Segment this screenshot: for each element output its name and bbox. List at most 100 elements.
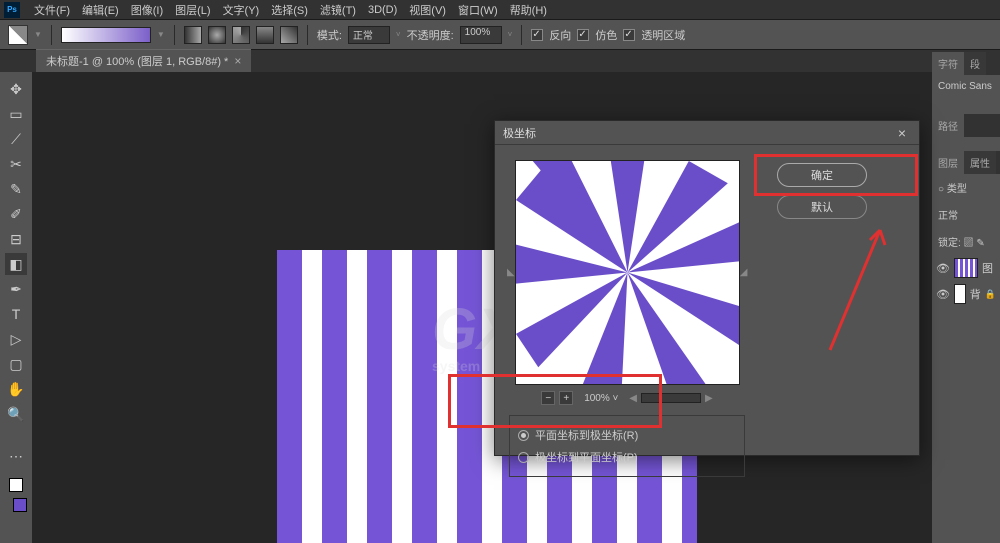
color-swatches[interactable]	[9, 478, 23, 506]
close-icon[interactable]: ×	[893, 124, 911, 142]
chevron-down-icon[interactable]: ▼	[34, 30, 42, 39]
hand-tool[interactable]: ✋	[5, 378, 27, 400]
tab-paragraph[interactable]: 段	[964, 52, 986, 75]
mode-select[interactable]: 正常	[348, 26, 390, 44]
layer-row[interactable]: 👁 背 🔒	[932, 281, 1000, 307]
lock-controls: 锁定: ▨ ✎	[932, 228, 1000, 255]
radio-icon[interactable]	[518, 430, 529, 441]
document-tab[interactable]: 未标题-1 @ 100% (图层 1, RGB/8#) * ×	[36, 49, 251, 72]
gradient-picker[interactable]	[61, 27, 151, 43]
lock-icon: 🔒	[985, 289, 996, 300]
gradient-reflected-button[interactable]	[256, 26, 274, 44]
transparency-label: 透明区域	[641, 27, 685, 43]
lasso-tool[interactable]: ⟋	[5, 128, 27, 150]
opacity-label: 不透明度:	[407, 27, 454, 43]
gradient-diamond-button[interactable]	[280, 26, 298, 44]
menu-file[interactable]: 文件(F)	[28, 0, 76, 20]
menu-filter[interactable]: 滤镜(T)	[314, 0, 362, 20]
visibility-icon[interactable]: 👁	[936, 288, 950, 301]
gradient-angle-button[interactable]	[232, 26, 250, 44]
reverse-label: 反向	[549, 27, 571, 43]
crop-tool[interactable]: ✂	[5, 153, 27, 175]
menu-view[interactable]: 视图(V)	[403, 0, 452, 20]
dialog-title: 极坐标	[503, 125, 536, 141]
ps-logo: Ps	[4, 2, 20, 18]
move-tool[interactable]: ✥	[5, 78, 27, 100]
menu-type[interactable]: 文字(Y)	[217, 0, 266, 20]
type-tool[interactable]: T	[5, 303, 27, 325]
dither-label: 仿色	[595, 27, 617, 43]
chevron-down-icon[interactable]: ˅	[508, 30, 513, 39]
document-tabs: 未标题-1 @ 100% (图层 1, RGB/8#) * ×	[0, 50, 1000, 72]
dither-checkbox[interactable]	[577, 29, 589, 41]
default-button[interactable]: 默认	[777, 195, 867, 219]
reverse-checkbox[interactable]	[531, 29, 543, 41]
divider	[174, 25, 175, 45]
sunburst-preview	[516, 160, 739, 385]
menu-layer[interactable]: 图层(L)	[169, 0, 216, 20]
more-tools-icon[interactable]: ⋯	[5, 445, 27, 467]
gradient-tool[interactable]: ◧	[5, 253, 27, 275]
radio-icon[interactable]	[518, 452, 529, 463]
filter-preview[interactable]	[515, 160, 740, 385]
tools-panel: ✥ ▭ ⟋ ✂ ✎ ✐ ⊟ ◧ ✒ T ▷ ▢ ✋ 🔍 ⋯	[0, 72, 32, 543]
menu-image[interactable]: 图像(I)	[125, 0, 169, 20]
dialog-titlebar[interactable]: 极坐标 ×	[495, 121, 919, 145]
layer-thumbnail[interactable]	[954, 258, 978, 278]
tab-layers[interactable]: 图层	[932, 151, 964, 174]
chevron-down-icon[interactable]: ˅	[396, 30, 401, 39]
zoom-value[interactable]: 100% ˅	[577, 393, 625, 404]
blend-mode-select[interactable]: 正常	[932, 201, 1000, 228]
gradient-radial-button[interactable]	[208, 26, 226, 44]
visibility-icon[interactable]: 👁	[936, 262, 950, 275]
mode-label: 模式:	[317, 27, 342, 43]
gradient-linear-button[interactable]	[184, 26, 202, 44]
zoom-tool[interactable]: 🔍	[5, 403, 27, 425]
transparency-checkbox[interactable]	[623, 29, 635, 41]
zoom-out-button[interactable]: −	[541, 391, 555, 405]
menu-select[interactable]: 选择(S)	[265, 0, 314, 20]
options-bar: ▼ ▼ 模式: 正常 ˅ 不透明度: 100% ˅ 反向 仿色 透明区域	[0, 20, 1000, 50]
menu-edit[interactable]: 编辑(E)	[76, 0, 125, 20]
divider	[51, 25, 52, 45]
menu-window[interactable]: 窗口(W)	[452, 0, 504, 20]
radio-polar-to-rect[interactable]: 极坐标到平面坐标(P)	[518, 446, 736, 468]
scrub-bar[interactable]	[641, 393, 701, 403]
bg-color-swatch[interactable]	[9, 478, 23, 492]
layer-name: 背	[970, 286, 981, 302]
tab-character[interactable]: 字符	[932, 52, 964, 75]
triangle-right-icon: ◢	[740, 267, 748, 278]
divider	[307, 25, 308, 45]
radio-label: 平面坐标到极坐标(R)	[535, 427, 638, 443]
pen-tool[interactable]: ✒	[5, 278, 27, 300]
divider	[521, 25, 522, 45]
stamp-tool[interactable]: ⊟	[5, 228, 27, 250]
brush-tool[interactable]: ✐	[5, 203, 27, 225]
polar-coordinates-dialog: 极坐标 × ◣	[494, 120, 920, 456]
right-panels: 字符 段 Comic Sans 路径 图层 属性 ○ 类型 正常 锁定: ▨ ✎…	[932, 52, 1000, 543]
layer-thumbnail[interactable]	[954, 284, 966, 304]
eyedropper-tool[interactable]: ✎	[5, 178, 27, 200]
layer-name: 图	[982, 260, 993, 276]
menu-help[interactable]: 帮助(H)	[504, 0, 553, 20]
shape-tool[interactable]: ▢	[5, 353, 27, 375]
menu-3d[interactable]: 3D(D)	[362, 2, 403, 18]
opacity-input[interactable]: 100%	[460, 26, 502, 44]
radio-rect-to-polar[interactable]: 平面坐标到极坐标(R)	[518, 424, 736, 446]
triangle-left-icon: ◣	[507, 267, 515, 278]
play-left-icon[interactable]: ◀	[629, 393, 637, 404]
ok-button[interactable]: 确定	[777, 163, 867, 187]
play-right-icon[interactable]: ▶	[705, 393, 713, 404]
tab-paths[interactable]: 路径	[932, 114, 964, 137]
tab-properties[interactable]: 属性	[964, 151, 996, 174]
font-select[interactable]: Comic Sans	[932, 75, 1000, 98]
tool-preset-button[interactable]	[8, 25, 28, 45]
radio-label: 极坐标到平面坐标(P)	[535, 449, 638, 465]
path-tool[interactable]: ▷	[5, 328, 27, 350]
fg-color-swatch[interactable]	[13, 498, 27, 512]
zoom-in-button[interactable]: +	[559, 391, 573, 405]
chevron-down-icon[interactable]: ▼	[157, 30, 165, 39]
layer-row[interactable]: 👁 图	[932, 255, 1000, 281]
marquee-tool[interactable]: ▭	[5, 103, 27, 125]
close-icon[interactable]: ×	[234, 54, 241, 68]
